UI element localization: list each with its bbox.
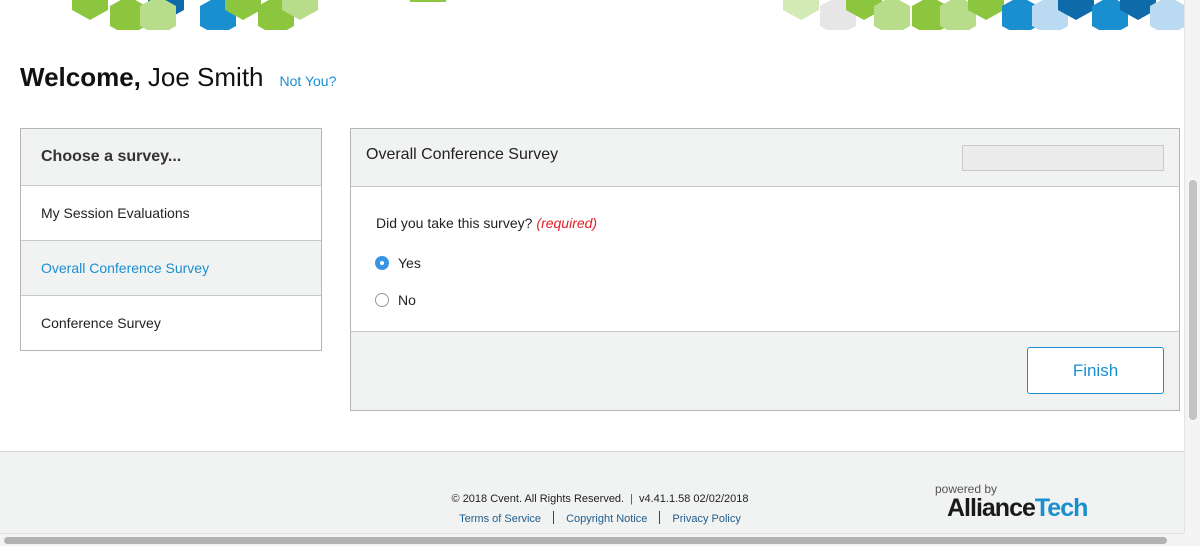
survey-item-conference-survey[interactable]: Conference Survey xyxy=(21,296,321,350)
terms-of-service-link[interactable]: Terms of Service xyxy=(459,513,541,525)
option-no-label: No xyxy=(398,292,416,308)
hexagon-pattern-graphic xyxy=(72,0,1184,30)
vertical-scroll-thumb[interactable] xyxy=(1189,180,1197,420)
finish-button[interactable]: Finish xyxy=(1027,347,1164,394)
survey-list-heading: Choose a survey... xyxy=(21,129,321,186)
vertical-scrollbar[interactable] xyxy=(1184,0,1200,546)
horizontal-scrollbar[interactable] xyxy=(0,533,1184,546)
welcome-heading: Welcome, Joe Smith Not You? xyxy=(20,62,336,96)
user-name: Joe Smith xyxy=(147,62,264,92)
welcome-label: Welcome, xyxy=(20,62,141,92)
survey-panel-header: Overall Conference Survey xyxy=(351,129,1179,187)
horizontal-scroll-thumb[interactable] xyxy=(4,537,1167,544)
header-banner xyxy=(0,0,1184,30)
version-text: v4.41.1.58 02/02/2018 xyxy=(638,493,749,505)
footer-divider: | xyxy=(630,493,633,505)
survey-item-overall-conference-survey[interactable]: Overall Conference Survey xyxy=(21,241,321,296)
alliancetech-logo: powered by AllianceTech xyxy=(935,482,1088,522)
survey-panel: Overall Conference Survey Did you take t… xyxy=(350,128,1180,411)
copyright-text: © 2018 Cvent. All Rights Reserved. xyxy=(451,493,625,505)
survey-title: Overall Conference Survey xyxy=(366,146,559,163)
required-label: (required) xyxy=(536,215,598,231)
radio-no[interactable] xyxy=(375,293,389,307)
brand-part-alliance: Alliance xyxy=(947,494,1036,522)
page-footer: © 2018 Cvent. All Rights Reserved. | v4.41… xyxy=(0,451,1184,533)
footer-link-divider xyxy=(553,511,555,524)
brand-wordmark: AllianceTech xyxy=(947,494,1088,522)
question-text: Did you take this survey? xyxy=(376,215,533,231)
brand-part-tech: Tech xyxy=(1034,494,1088,522)
survey-item-session-evaluations[interactable]: My Session Evaluations xyxy=(21,186,321,241)
option-yes-label: Yes xyxy=(398,255,421,271)
progress-box xyxy=(962,145,1164,171)
survey-list: Choose a survey... My Session Evaluation… xyxy=(20,128,322,351)
option-yes[interactable]: Yes xyxy=(375,255,421,271)
privacy-policy-link[interactable]: Privacy Policy xyxy=(672,513,740,525)
not-you-link[interactable]: Not You? xyxy=(280,73,337,89)
radio-yes[interactable] xyxy=(375,256,389,270)
survey-question: Did you take this survey? (required) xyxy=(376,215,597,231)
copyright-notice-link[interactable]: Copyright Notice xyxy=(566,513,647,525)
survey-panel-footer: Finish xyxy=(351,331,1179,410)
scrollbar-corner xyxy=(1184,533,1200,546)
footer-link-divider xyxy=(659,511,661,524)
option-no[interactable]: No xyxy=(375,292,416,308)
